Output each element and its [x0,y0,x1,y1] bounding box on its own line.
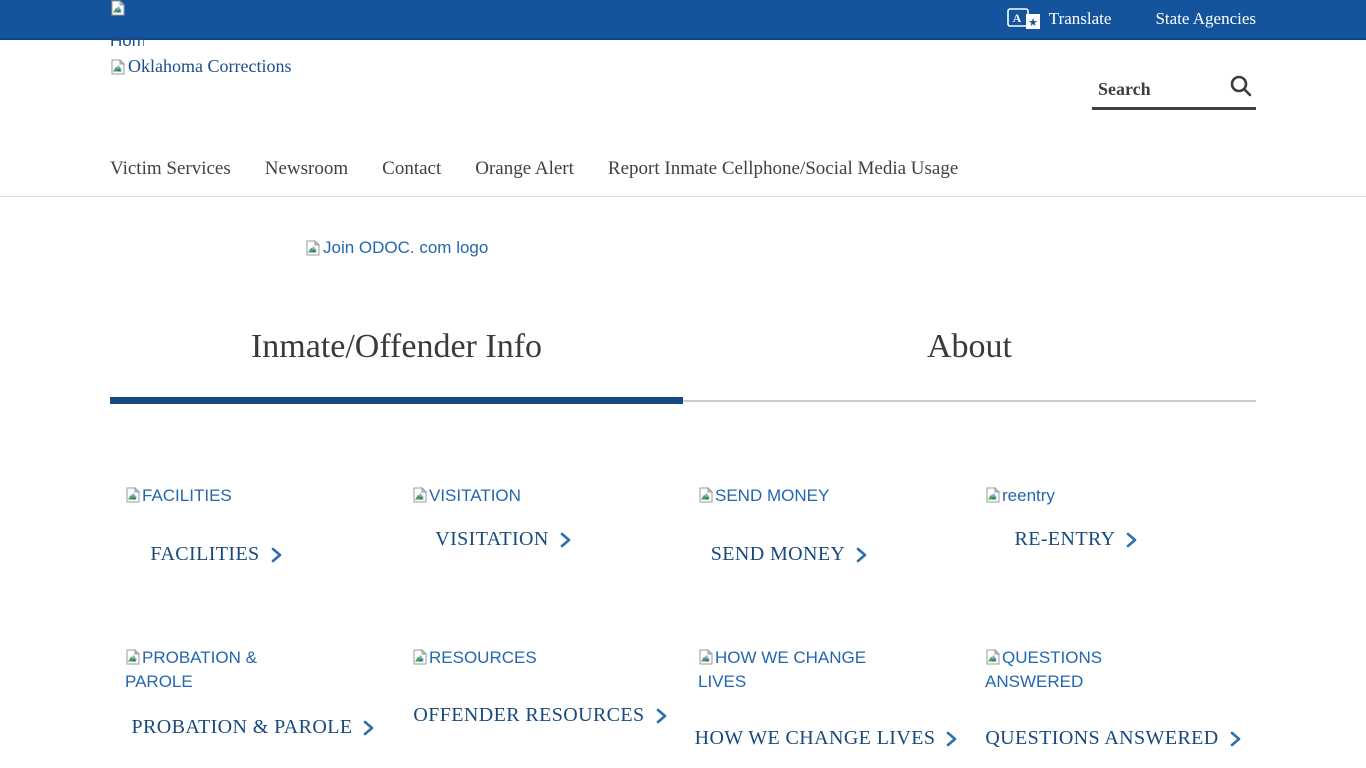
card-image-alt: PROBATION & PAROLE [125,648,257,691]
how-we-change-lives-link[interactable]: HOW WE CHANGE LIVES [683,727,969,750]
nav-report-cellphone[interactable]: Report Inmate Cellphone/Social Media Usa… [608,158,958,180]
search-input[interactable] [1092,79,1228,100]
nav-divider [0,196,1366,197]
tab-inmate-offender-info[interactable]: Inmate/Offender Info [110,324,683,370]
active-tab-underline [110,397,683,404]
site-logo-alt: Oklahoma Corrections [128,56,291,77]
card-image-alt: reentry [1002,486,1055,505]
card-image-alt: FACILITIES [142,486,232,505]
card-broken-image[interactable]: FACILITIES [125,484,297,508]
broken-image-icon [412,649,428,665]
card-link-label: SEND MONEY [711,543,846,566]
card-broken-image[interactable]: QUESTIONS ANSWERED [985,646,1157,694]
chevron-right-icon [946,731,957,747]
broken-image-icon [985,649,1001,665]
translate-button[interactable]: A ★ Translate [1007,8,1112,30]
card-link-label: PROBATION & PAROLE [132,716,353,739]
search-icon [1228,73,1254,99]
inactive-tab-underline [683,400,1256,402]
broken-image-icon [698,649,714,665]
card-visitation: VISITATION VISITATION [397,484,683,551]
search-button[interactable] [1228,73,1256,106]
card-link-label: OFFENDER RESOURCES [413,704,644,727]
join-odoc-logo-link[interactable]: Join ODOC. com logo [305,238,488,258]
nav-orange-alert[interactable]: Orange Alert [475,158,574,180]
chevron-right-icon [560,532,571,548]
card-image-alt: QUESTIONS ANSWERED [985,648,1102,691]
probation-parole-link[interactable]: PROBATION & PAROLE [110,716,396,739]
card-image-alt: SEND MONEY [715,486,829,505]
send-money-link[interactable]: SEND MONEY [683,543,895,566]
visitation-link[interactable]: VISITATION [397,528,609,551]
card-broken-image[interactable]: VISITATION [412,484,584,508]
card-broken-image[interactable]: reentry [985,484,1157,508]
card-broken-image[interactable]: RESOURCES [412,646,584,670]
offender-resources-link[interactable]: OFFENDER RESOURCES [397,704,683,727]
join-odoc-alt: Join ODOC. com logo [323,238,488,258]
broken-image-icon [305,240,321,256]
home-broken-image-icon[interactable] [110,0,126,16]
site-logo-link[interactable]: Oklahoma Corrections [110,56,291,77]
broken-image-icon [698,487,714,503]
card-questions-answered: QUESTIONS ANSWERED QUESTIONS ANSWERED [970,646,1256,750]
chevron-right-icon [1126,532,1137,548]
card-reentry: reentry RE-ENTRY [970,484,1256,551]
translate-label: Translate [1049,9,1112,29]
translate-icon: A ★ [1007,8,1041,30]
top-bar-links: A ★ Translate State Agencies [1007,8,1366,30]
questions-answered-link[interactable]: QUESTIONS ANSWERED [970,727,1256,750]
broken-image-icon [125,487,141,503]
chevron-right-icon [363,720,374,736]
card-broken-image[interactable]: HOW WE CHANGE LIVES [698,646,870,694]
broken-image-icon [985,487,1001,503]
tab-bar: Inmate/Offender Info About [110,324,1256,370]
chevron-right-icon [1230,731,1241,747]
card-send-money: SEND MONEY SEND MONEY [683,484,969,566]
card-link-label: VISITATION [435,528,549,551]
nav-victim-services[interactable]: Victim Services [110,158,231,180]
card-image-alt: VISITATION [429,486,521,505]
card-link-label: QUESTIONS ANSWERED [985,727,1218,750]
card-offender-resources: RESOURCES OFFENDER RESOURCES [397,646,683,727]
top-bar: A ★ Translate State Agencies [0,0,1366,40]
card-link-label: FACILITIES [150,543,259,566]
card-image-alt: RESOURCES [429,648,537,667]
re-entry-link[interactable]: RE-ENTRY [970,528,1182,551]
main-nav: Victim Services Newsroom Contact Orange … [110,158,958,180]
home-link[interactable]: Home [110,31,144,51]
chevron-right-icon [271,547,282,563]
card-link-label: RE-ENTRY [1015,528,1116,551]
card-broken-image[interactable]: PROBATION & PAROLE [125,646,297,694]
page: A ★ Translate State Agencies Home Oklaho… [0,0,1366,768]
state-agencies-link[interactable]: State Agencies [1155,9,1256,29]
card-how-we-change-lives: HOW WE CHANGE LIVES HOW WE CHANGE LIVES [683,646,969,750]
nav-contact[interactable]: Contact [382,158,441,180]
search-box [1092,72,1256,110]
nav-newsroom[interactable]: Newsroom [265,158,348,180]
svg-text:★: ★ [1028,17,1038,29]
card-link-label: HOW WE CHANGE LIVES [695,727,936,750]
card-facilities: FACILITIES FACILITIES [110,484,396,566]
card-broken-image[interactable]: SEND MONEY [698,484,870,508]
broken-image-icon [412,487,428,503]
chevron-right-icon [656,708,667,724]
broken-image-icon [125,649,141,665]
svg-text:A: A [1012,11,1021,25]
facilities-link[interactable]: FACILITIES [110,543,322,566]
card-probation-parole: PROBATION & PAROLE PROBATION & PAROLE [110,646,396,739]
chevron-right-icon [856,547,867,563]
broken-image-icon [110,59,126,75]
tab-about[interactable]: About [683,324,1256,370]
card-image-alt: HOW WE CHANGE LIVES [698,648,866,691]
